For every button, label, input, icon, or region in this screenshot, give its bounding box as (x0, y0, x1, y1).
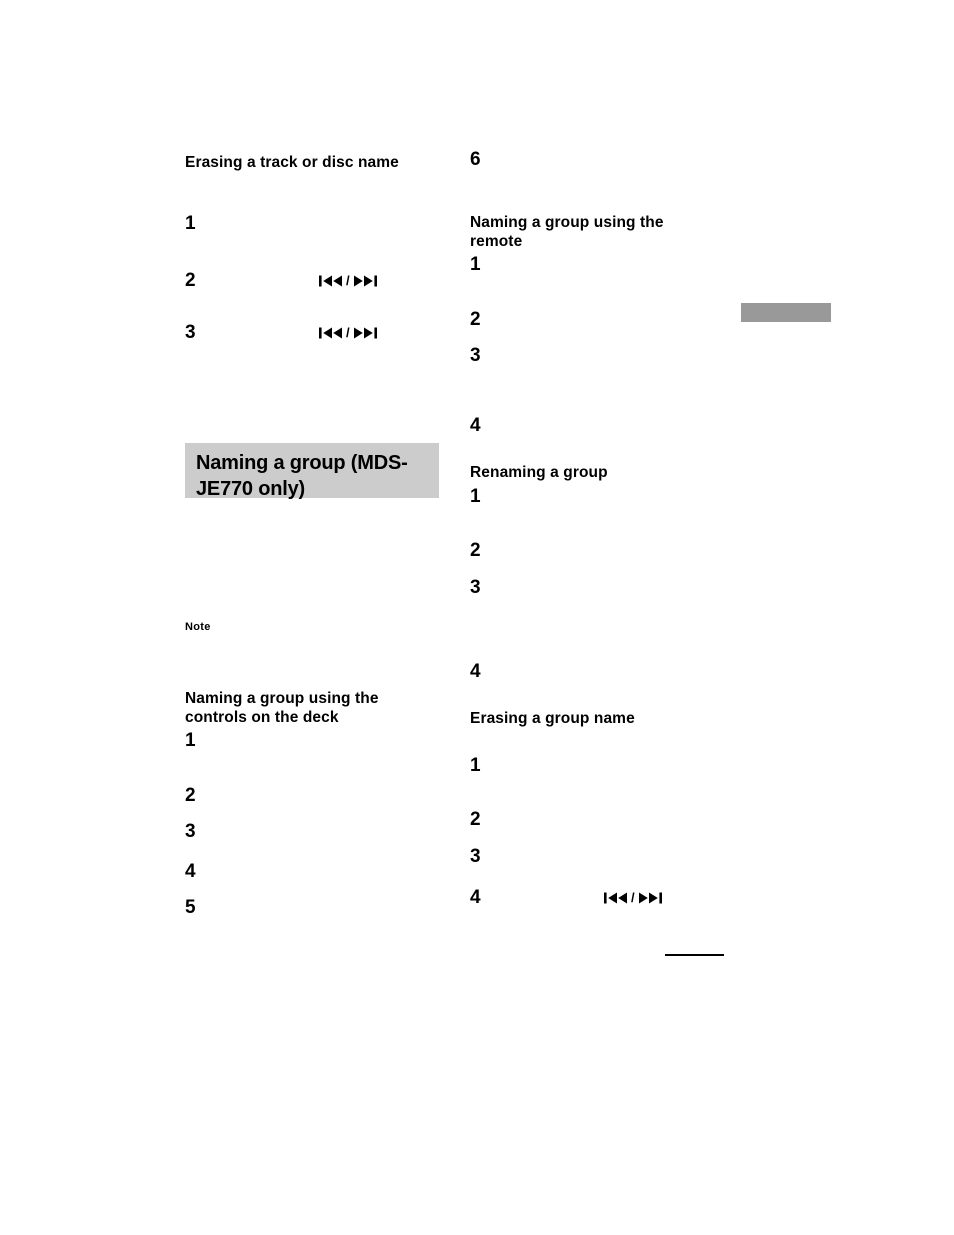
page-edge-tab-marker (741, 303, 831, 322)
step-number: 2 (185, 785, 196, 806)
step-number: 2 (185, 270, 196, 291)
step-number: 1 (185, 730, 196, 751)
step-number: 3 (470, 846, 481, 867)
step-number: 4 (185, 861, 196, 882)
skip-previous-icon (604, 892, 627, 903)
footer-rule (665, 954, 724, 956)
step-number: 6 (470, 149, 481, 170)
step-number: 4 (470, 415, 481, 436)
icon-separator: / (346, 325, 350, 340)
step-number: 2 (470, 540, 481, 561)
skip-next-icon (353, 275, 377, 286)
heading-erasing-a-track-or-disc-name: Erasing a track or disc name (185, 154, 399, 171)
chapter-heading-naming-a-group: Naming a group (MDS- JE770 only) (185, 443, 439, 500)
skip-previous-icon (319, 327, 342, 338)
step-number: 4 (470, 661, 481, 682)
note-label: Note (185, 621, 211, 633)
skip-next-icon (638, 892, 662, 903)
step-number: 3 (185, 821, 196, 842)
step-number: 1 (470, 486, 481, 507)
step-number: 1 (185, 213, 196, 234)
step-number: 2 (470, 809, 481, 830)
step-number: 4 (470, 887, 481, 908)
skip-next-icon (353, 327, 377, 338)
step-number: 5 (185, 897, 196, 918)
heading-line-1: Naming a group using the (185, 690, 379, 707)
heading-naming-a-group-using-the-controls-on-the-deck: Naming a group using the controls on the… (185, 689, 435, 727)
heading-renaming-a-group: Renaming a group (470, 464, 608, 481)
step-number: 1 (470, 254, 481, 275)
document-page: Erasing a track or disc name 1 2 / 3 / N… (0, 0, 954, 1235)
heading-erasing-a-group-name: Erasing a group name (470, 710, 635, 727)
skip-prev-next-icon: / (319, 274, 377, 287)
step-number: 2 (470, 309, 481, 330)
step-number: 3 (185, 322, 196, 343)
step-number: 3 (470, 577, 481, 598)
step-number: 1 (470, 755, 481, 776)
skip-prev-next-icon: / (604, 891, 662, 904)
heading-line-2: remote (470, 233, 523, 250)
heading-line-2: controls on the deck (185, 709, 339, 726)
heading-line-1: Naming a group using the (470, 214, 664, 231)
skip-prev-next-icon: / (319, 326, 377, 339)
icon-separator: / (346, 273, 350, 288)
heading-naming-a-group-using-the-remote: Naming a group using the remote (470, 213, 720, 251)
icon-separator: / (631, 890, 635, 905)
step-number: 3 (470, 345, 481, 366)
chapter-heading-text: Naming a group (MDS- JE770 only) (196, 452, 408, 500)
skip-previous-icon (319, 275, 342, 286)
